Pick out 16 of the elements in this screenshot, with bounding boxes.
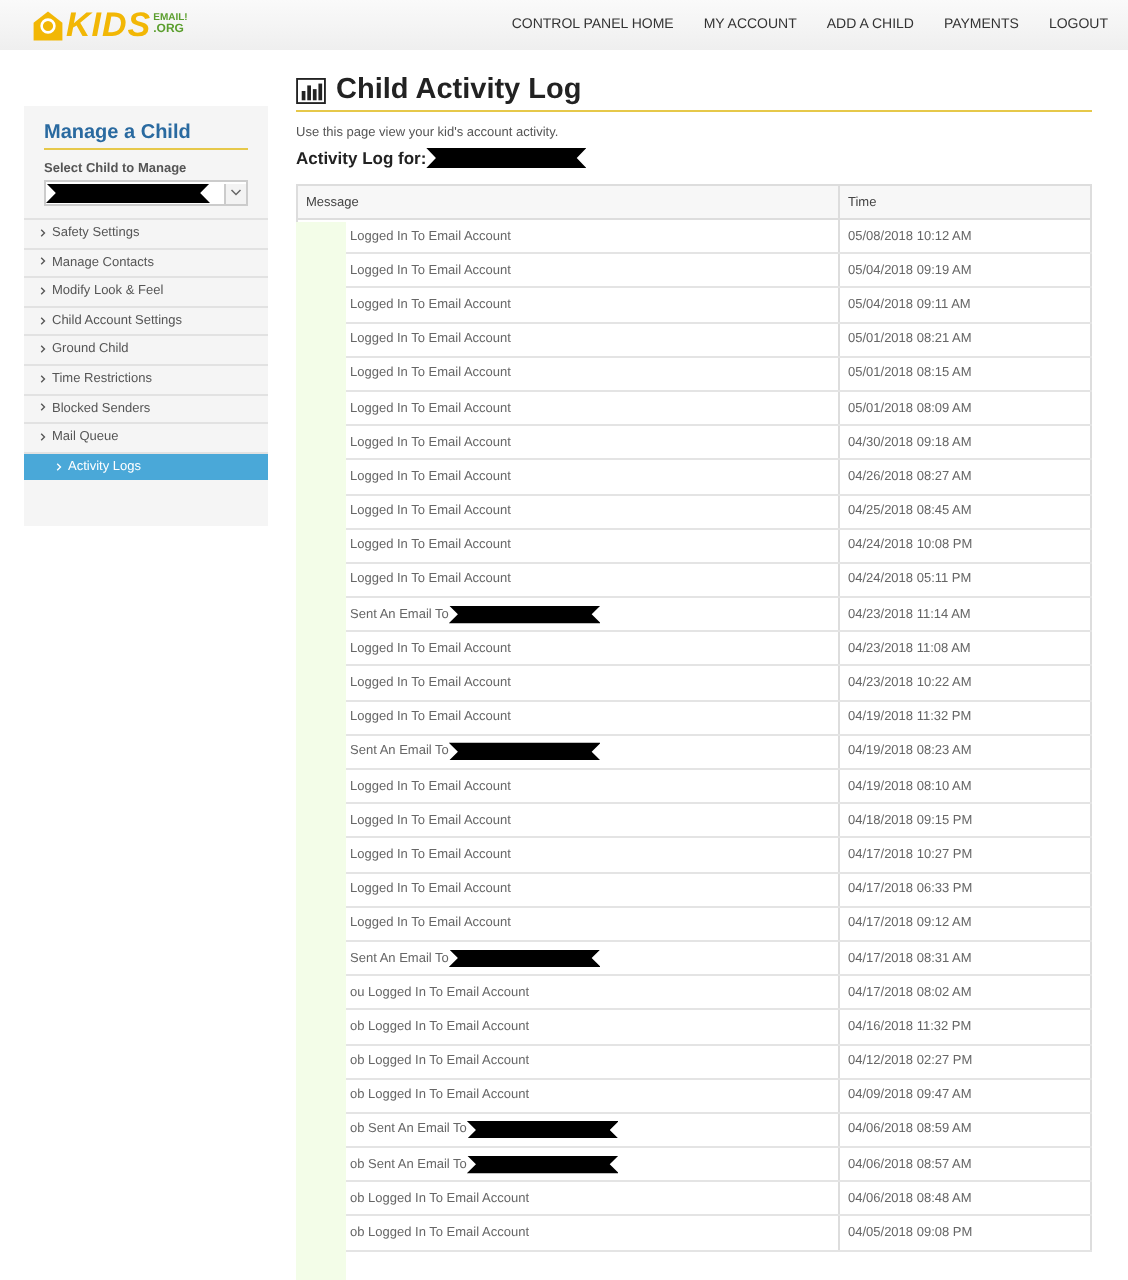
chevron-icon (40, 227, 46, 238)
chevron-icon (40, 373, 46, 384)
page-title: Child Activity Log (336, 74, 582, 106)
chevron-icon (40, 402, 46, 413)
chevron-icon (40, 315, 46, 326)
logo-text: KIDS (66, 5, 152, 45)
chevron-icon (56, 461, 62, 472)
sidebar-title: Manage a Child (44, 122, 248, 150)
child-select[interactable] (44, 180, 248, 206)
dropdown-icon (224, 183, 246, 203)
chevron-icon (40, 431, 46, 442)
bar-chart-icon (296, 77, 326, 103)
chevron-icon (40, 344, 46, 355)
section-heading: Activity Log for: (296, 148, 427, 168)
chevron-icon (40, 256, 46, 267)
chevron-icon (40, 285, 46, 296)
